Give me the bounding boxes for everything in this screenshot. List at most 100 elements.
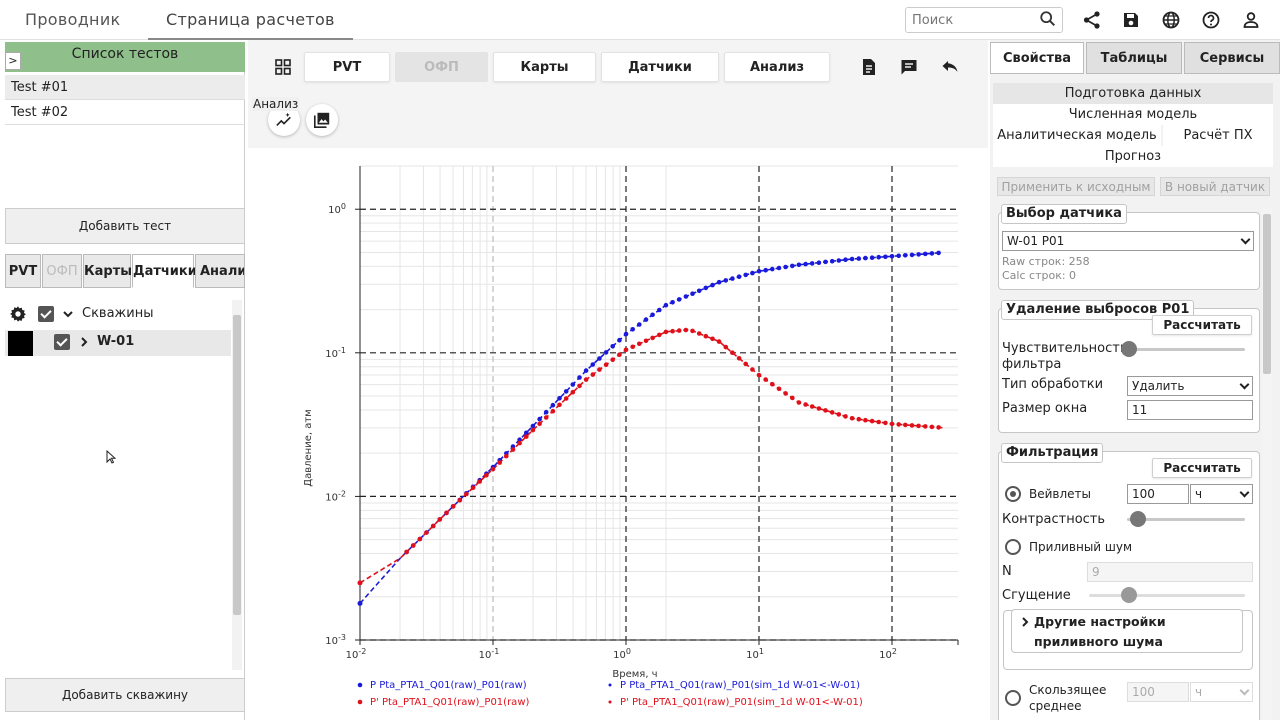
data-point (577, 383, 582, 389)
left-panel: Список тестов > Test #01 Test #02 Добави… (5, 42, 245, 720)
test-item[interactable]: Test #01 (5, 75, 245, 100)
window-size-input[interactable]: 11 (1127, 400, 1253, 420)
filter-section-title: Фильтрация (1001, 443, 1104, 463)
data-point (929, 251, 935, 256)
ctab-pvt[interactable]: PVT (304, 52, 390, 82)
wavelet-unit-select[interactable]: ч (1190, 484, 1253, 504)
moving-avg-label: Скользящее среднее (1029, 683, 1107, 713)
tab-sensors[interactable]: Датчики (132, 254, 197, 288)
right-scrollbar-thumb[interactable] (1263, 214, 1271, 374)
process-type-select[interactable]: Удалить (1127, 376, 1253, 396)
sensor-section: Выбор датчика W-01 P01 Raw строк: 258 Ca… (998, 204, 1260, 290)
thickening-slider[interactable] (1089, 594, 1245, 597)
tab-explorer[interactable]: Проводник (25, 0, 120, 40)
data-point (763, 377, 768, 382)
apply-source-button: Применить к исходным (997, 177, 1155, 196)
ctab-sensors[interactable]: Датчики (601, 52, 719, 82)
chevron-down-icon (1239, 487, 1250, 498)
help-icon[interactable] (1201, 10, 1221, 30)
test-item[interactable]: Test #02 (5, 100, 245, 125)
data-point (809, 261, 815, 266)
data-point (723, 278, 729, 283)
well-label: W-01 (97, 334, 135, 349)
well-checkbox[interactable] (54, 334, 70, 350)
add-test-button[interactable]: Добавить тест (5, 208, 245, 244)
y-tick-label: 10-3 (325, 633, 346, 647)
menu-numeric-model[interactable]: Численная модель (993, 104, 1273, 125)
data-point (750, 367, 755, 372)
tab-maps[interactable]: Карты (83, 254, 132, 288)
add-well-button[interactable]: Добавить скважину (5, 678, 245, 712)
ctab-maps[interactable]: Карты (493, 52, 596, 82)
chevron-right-icon[interactable] (78, 336, 90, 348)
rtab-properties[interactable]: Свойства (990, 42, 1084, 74)
legend-entry: P' Pta_PTA1_Q01(raw)_P01(sim_1d W-01<-W-… (620, 697, 863, 708)
chevron-down-icon[interactable] (62, 308, 74, 320)
undo-icon[interactable] (940, 57, 960, 77)
data-point (617, 352, 622, 357)
rtab-services[interactable]: Сервисы (1184, 42, 1280, 74)
grid-icon[interactable] (273, 57, 293, 77)
data-point (856, 256, 862, 261)
data-point (816, 406, 822, 411)
wells-checkbox[interactable] (38, 306, 54, 322)
tree-well-row[interactable]: W-01 (5, 330, 231, 356)
data-point (703, 333, 709, 339)
data-point (457, 497, 463, 503)
globe-icon[interactable] (1161, 10, 1181, 30)
rtab-tables[interactable]: Таблицы (1086, 42, 1182, 74)
filter-calc-button[interactable]: Рассчитать (1152, 458, 1252, 478)
tree-root-row: Скважины (5, 302, 231, 328)
user-icon[interactable] (1241, 10, 1261, 30)
document-icon[interactable] (859, 57, 879, 77)
data-point (603, 362, 609, 367)
data-point (730, 276, 735, 281)
moving-avg-value-input: 100 (1127, 682, 1189, 702)
more-tidal-settings[interactable]: Другие настройки приливного шума (1011, 609, 1243, 653)
tree-scrollbar-thumb[interactable] (233, 315, 241, 615)
data-point (903, 422, 908, 428)
data-point (643, 317, 649, 322)
image-icon (313, 112, 330, 129)
menu-forecast[interactable]: Прогноз (993, 146, 1273, 167)
ctab-analysis[interactable]: Анализ (724, 52, 830, 82)
y-tick-label: 100 (328, 202, 346, 216)
thickening-slider-knob[interactable] (1121, 587, 1137, 603)
data-point (923, 251, 928, 257)
save-icon[interactable] (1121, 10, 1141, 30)
comment-icon[interactable] (899, 57, 919, 77)
menu-analytic-model[interactable]: Аналитическая модель (993, 125, 1161, 146)
outliers-calc-button[interactable]: Рассчитать (1152, 315, 1252, 335)
sensitivity-slider[interactable] (1127, 348, 1245, 351)
sensor-select[interactable]: W-01 P01 (1002, 231, 1254, 251)
search-icon[interactable] (1039, 10, 1057, 28)
magic-line-icon (276, 112, 291, 126)
tree-scrollbar[interactable] (232, 300, 242, 670)
data-point (637, 341, 642, 347)
wavelet-value-input[interactable]: 100 (1127, 484, 1189, 504)
sensitivity-slider-knob[interactable] (1121, 341, 1137, 357)
menu-px-calc[interactable]: Расчёт ПХ (1163, 125, 1273, 146)
gear-icon[interactable] (9, 305, 27, 323)
right-scrollbar[interactable] (1262, 208, 1272, 720)
contrast-slider-knob[interactable] (1130, 511, 1146, 527)
data-point (524, 434, 529, 439)
data-point (730, 350, 735, 355)
tab-analysis[interactable]: Анализ (195, 254, 245, 288)
tab-pvt[interactable]: PVT (5, 254, 41, 288)
data-point (663, 329, 669, 335)
well-color-swatch[interactable] (8, 331, 33, 356)
data-point (916, 252, 921, 257)
image-export-button[interactable] (306, 104, 338, 136)
moving-avg-radio[interactable] (1005, 690, 1021, 706)
data-point (543, 409, 549, 415)
tab-calc-page[interactable]: Страница расчетов (148, 0, 353, 40)
data-point (676, 297, 682, 302)
chart-svg[interactable]: 10-2 10-1 100 101 10210-310-210-1100 Время, … (248, 148, 988, 720)
share-icon[interactable] (1082, 10, 1102, 30)
wavelets-radio[interactable] (1005, 486, 1021, 502)
tidal-noise-radio[interactable] (1005, 539, 1021, 555)
expand-panel-button[interactable]: > (5, 52, 21, 70)
data-point (736, 356, 742, 361)
menu-data-prep[interactable]: Подготовка данных (993, 83, 1273, 104)
